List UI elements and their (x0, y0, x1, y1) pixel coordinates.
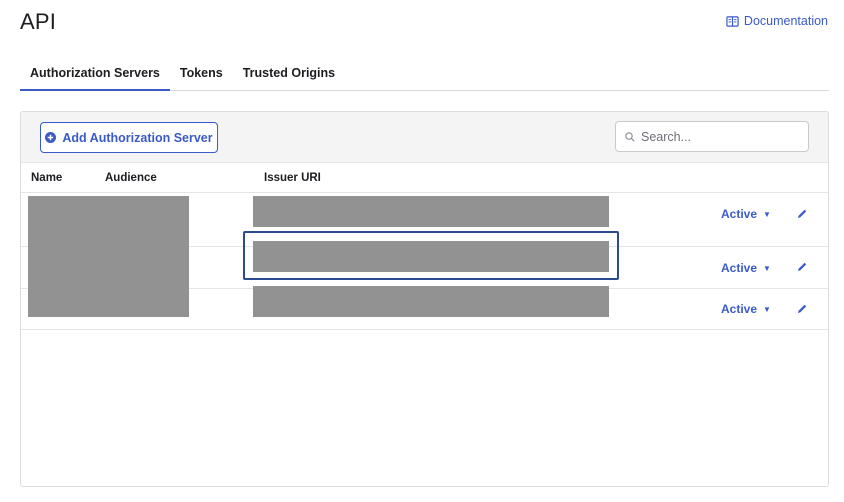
documentation-link[interactable]: Documentation (726, 14, 828, 28)
add-authorization-server-label: Add Authorization Server (62, 130, 213, 145)
add-authorization-server-button[interactable]: Add Authorization Server (40, 122, 218, 153)
redacted-issuer-uri (253, 196, 609, 227)
column-header-name: Name (31, 172, 63, 184)
redacted-name-audience (28, 196, 189, 317)
documentation-link-label: Documentation (743, 14, 828, 28)
column-header-audience: Audience (105, 172, 157, 184)
pencil-icon[interactable] (796, 208, 808, 220)
status-label: Active (721, 207, 758, 221)
pencil-icon[interactable] (796, 261, 808, 273)
page-title: API (20, 9, 57, 34)
pencil-icon[interactable] (796, 303, 808, 315)
search-icon (625, 131, 635, 142)
tab-trusted-origins[interactable]: Trusted Origins (233, 59, 345, 90)
status-dropdown[interactable]: Active ▼ (721, 207, 771, 221)
status-label: Active (721, 261, 758, 275)
panel-toolbar: Add Authorization Server (21, 112, 828, 163)
caret-down-icon: ▼ (763, 263, 771, 273)
search-input[interactable] (641, 129, 801, 144)
tab-tokens[interactable]: Tokens (170, 59, 233, 90)
tab-authorization-servers[interactable]: Authorization Servers (20, 59, 170, 91)
status-label: Active (721, 302, 758, 316)
selection-highlight (243, 231, 619, 280)
table-header: Name Audience Issuer URI (21, 163, 828, 193)
authorization-servers-panel: Add Authorization Server Name Audience I… (20, 111, 829, 487)
status-dropdown[interactable]: Active ▼ (721, 302, 771, 316)
caret-down-icon: ▼ (763, 209, 771, 219)
caret-down-icon: ▼ (763, 304, 771, 314)
search-box[interactable] (615, 121, 809, 152)
book-icon (726, 15, 739, 27)
redacted-issuer-uri (253, 286, 609, 317)
plus-circle-icon (45, 132, 57, 143)
column-header-issuer-uri: Issuer URI (264, 172, 321, 184)
tab-bar: Authorization Servers Tokens Trusted Ori… (20, 59, 829, 91)
status-dropdown[interactable]: Active ▼ (721, 261, 771, 275)
